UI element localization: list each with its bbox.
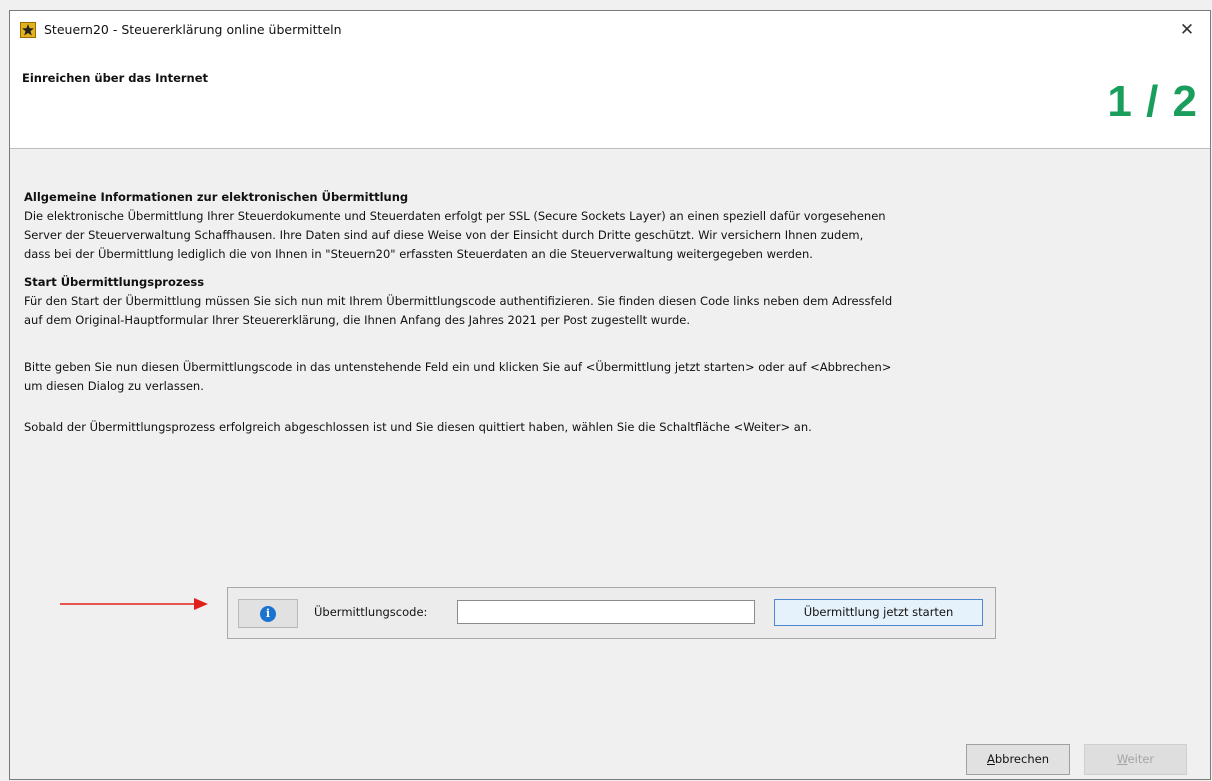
transmission-code-panel: i Übermittlungscode: Übermittlung jetzt … — [227, 587, 996, 639]
window-title: Steuern20 - Steuererklärung online überm… — [44, 22, 342, 37]
title-bar: Steuern20 - Steuererklärung online überm… — [10, 11, 1210, 49]
cancel-label: bbrechen — [994, 752, 1049, 766]
instruction-section: Bitte geben Sie nun diesen Übermittlungs… — [24, 358, 1024, 396]
next-button[interactable]: Weiter — [1084, 744, 1187, 775]
instruction-line-1: Bitte geben Sie nun diesen Übermittlungs… — [24, 360, 892, 374]
close-button[interactable]: ✕ — [1164, 11, 1210, 49]
start-line-2: auf dem Original-Hauptformular Ihrer Ste… — [24, 313, 691, 327]
info-section: Allgemeine Informationen zur elektronisc… — [24, 188, 1024, 264]
step-indicator: 1 / 2 — [1107, 77, 1198, 126]
completion-section: Sobald der Übermittlungsprozess erfolgre… — [24, 418, 1024, 437]
red-arrow-annotation — [60, 598, 208, 610]
start-line-1: Für den Start der Übermittlung müssen Si… — [24, 294, 893, 308]
dialog-header: Einreichen über das Internet 1 / 2 — [10, 49, 1210, 149]
info-line-3: dass bei der Übermittlung lediglich die … — [24, 247, 813, 261]
transmission-code-label: Übermittlungscode: — [314, 605, 428, 619]
instruction-line-2: um diesen Dialog zu verlassen. — [24, 379, 204, 393]
info-button[interactable]: i — [238, 599, 298, 628]
start-transmission-button[interactable]: Übermittlung jetzt starten — [774, 599, 983, 626]
start-section: Start Übermittlungsprozess Für den Start… — [24, 273, 1024, 330]
next-mnemonic: W — [1116, 752, 1128, 766]
cancel-mnemonic: A — [986, 752, 995, 766]
transmission-code-input[interactable] — [457, 600, 755, 624]
info-heading: Allgemeine Informationen zur elektronisc… — [24, 190, 409, 204]
info-line-1: Die elektronische Übermittlung Ihrer Ste… — [24, 209, 886, 223]
completion-line-1: Sobald der Übermittlungsprozess erfolgre… — [24, 420, 812, 434]
next-label: eiter — [1127, 752, 1155, 766]
cancel-button[interactable]: Abbrechen — [966, 744, 1070, 775]
start-heading: Start Übermittlungsprozess — [24, 275, 205, 289]
header-title: Einreichen über das Internet — [22, 71, 209, 85]
dialog-window: Steuern20 - Steuererklärung online überm… — [9, 10, 1211, 780]
app-icon — [20, 22, 36, 38]
content-area: Allgemeine Informationen zur elektronisc… — [10, 148, 1210, 779]
info-icon: i — [260, 606, 276, 622]
info-line-2: Server der Steuerverwaltung Schaffhausen… — [24, 228, 864, 242]
